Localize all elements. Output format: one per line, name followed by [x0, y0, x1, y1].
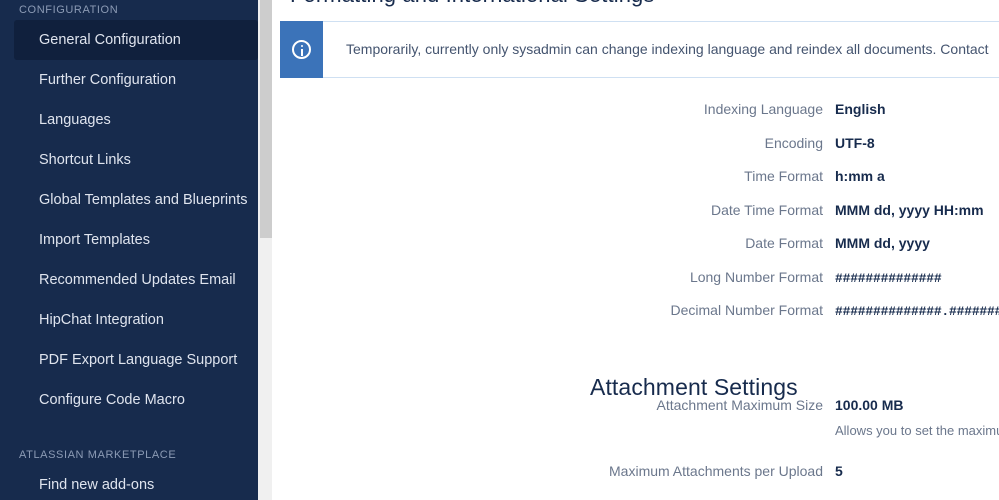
- sidebar-item-pdf-export-language-support[interactable]: PDF Export Language Support: [0, 340, 272, 380]
- sidebar-section-configuration: CONFIGURATION General Configuration Furt…: [0, 0, 272, 420]
- sidebar-item-recommended-updates-email[interactable]: Recommended Updates Email: [0, 260, 272, 300]
- info-icon: [292, 40, 311, 59]
- setting-value: MMM dd, yyyy: [835, 235, 930, 251]
- sidebar-item-shortcut-links[interactable]: Shortcut Links: [0, 140, 272, 180]
- info-banner-text: Temporarily, currently only sysadmin can…: [346, 41, 989, 57]
- sidebar-item-label: Recommended Updates Email: [39, 272, 236, 288]
- setting-row-time-format: Time Format h:mm a: [272, 168, 999, 202]
- sidebar-item-label: Global Templates and Blueprints: [39, 192, 248, 208]
- setting-label: Date Format: [745, 235, 823, 251]
- sidebar-item-languages[interactable]: Languages: [0, 100, 272, 140]
- info-banner: Temporarily, currently only sysadmin can…: [280, 21, 999, 78]
- setting-label: Indexing Language: [703, 101, 823, 117]
- setting-row-long-number-format: Long Number Format ##############: [272, 269, 999, 303]
- sidebar-section-heading-configuration: CONFIGURATION: [19, 4, 119, 16]
- setting-value: ##############: [835, 270, 942, 286]
- page-title-clipped: Formatting and International Settings: [290, 0, 654, 8]
- sidebar-item-hipchat-integration[interactable]: HipChat Integration: [0, 300, 272, 340]
- setting-label: Attachment Maximum Size: [656, 397, 824, 413]
- sidebar-section-heading-atlassian-marketplace: ATLASSIAN MARKETPLACE: [19, 449, 177, 461]
- info-banner-body: Temporarily, currently only sysadmin can…: [323, 21, 999, 78]
- setting-value: h:mm a: [835, 168, 885, 184]
- sidebar-item-label: General Configuration: [39, 32, 181, 48]
- attachment-settings-list: Attachment Maximum Size 100.00 MB Allows…: [272, 397, 999, 497]
- setting-label: Long Number Format: [689, 268, 823, 285]
- sidebar-item-import-templates[interactable]: Import Templates: [0, 220, 272, 260]
- sidebar-scrollbar-track[interactable]: [258, 0, 272, 500]
- sidebar-scroll-content: CONFIGURATION General Configuration Furt…: [0, 0, 272, 500]
- admin-page: CONFIGURATION General Configuration Furt…: [0, 0, 999, 500]
- formatting-settings-list: Indexing Language English Encoding UTF-8…: [272, 101, 999, 336]
- setting-row-date-time-format: Date Time Format MMM dd, yyyy HH:mm: [272, 202, 999, 236]
- sidebar-item-configure-code-macro[interactable]: Configure Code Macro: [0, 380, 272, 420]
- admin-sidebar: CONFIGURATION General Configuration Furt…: [0, 0, 272, 500]
- setting-value: UTF-8: [835, 134, 875, 151]
- sidebar-item-label: HipChat Integration: [39, 312, 164, 328]
- setting-label: Date Time Format: [710, 201, 823, 218]
- row-spacer: [272, 440, 999, 463]
- sidebar-scrollbar-thumb[interactable]: [260, 0, 272, 238]
- setting-value: ##############.##########: [835, 304, 999, 319]
- sidebar-item-further-configuration[interactable]: Further Configuration: [0, 60, 272, 100]
- setting-row-encoding: Encoding UTF-8: [272, 135, 999, 169]
- sidebar-item-find-new-add-ons[interactable]: Find new add-ons: [0, 465, 272, 500]
- sidebar-item-general-configuration[interactable]: General Configuration: [14, 20, 258, 60]
- setting-label: Maximum Attachments per Upload: [609, 463, 823, 479]
- setting-row-decimal-number-format: Decimal Number Format ##############.###…: [272, 302, 999, 336]
- setting-value: 100.00 MB: [835, 397, 904, 413]
- setting-row-date-format: Date Format MMM dd, yyyy: [272, 235, 999, 269]
- sidebar-item-label: Find new add-ons: [39, 477, 155, 493]
- info-banner-icon-cell: [280, 21, 323, 78]
- setting-value-group: 100.00 MB Allows you to set the maximum …: [823, 397, 999, 440]
- setting-value: 5: [835, 463, 843, 479]
- setting-label: Encoding: [764, 134, 823, 151]
- sidebar-item-global-templates-and-blueprints[interactable]: Global Templates and Blueprints: [0, 180, 272, 220]
- setting-label: Time Format: [744, 168, 823, 184]
- sidebar-item-label: Languages: [39, 112, 111, 128]
- setting-value: English: [835, 101, 886, 117]
- sidebar-item-label: Import Templates: [39, 232, 150, 248]
- setting-help-text: Allows you to set the maximum size for e…: [835, 423, 999, 438]
- setting-value: MMM dd, yyyy HH:mm: [835, 201, 984, 218]
- sidebar-item-label: Configure Code Macro: [39, 392, 185, 408]
- setting-label: Decimal Number Format: [670, 302, 823, 318]
- setting-row-attachment-maximum-size: Attachment Maximum Size 100.00 MB Allows…: [272, 397, 999, 440]
- sidebar-section-atlassian-marketplace: ATLASSIAN MARKETPLACE Find new add-ons: [0, 445, 272, 500]
- main-content: Formatting and International Settings Te…: [272, 0, 999, 500]
- sidebar-item-label: Further Configuration: [39, 72, 177, 88]
- sidebar-item-label: Shortcut Links: [39, 152, 131, 168]
- setting-row-maximum-attachments-per-upload: Maximum Attachments per Upload 5: [272, 463, 999, 497]
- setting-row-indexing-language: Indexing Language English: [272, 101, 999, 135]
- sidebar-item-label: PDF Export Language Support: [39, 352, 238, 368]
